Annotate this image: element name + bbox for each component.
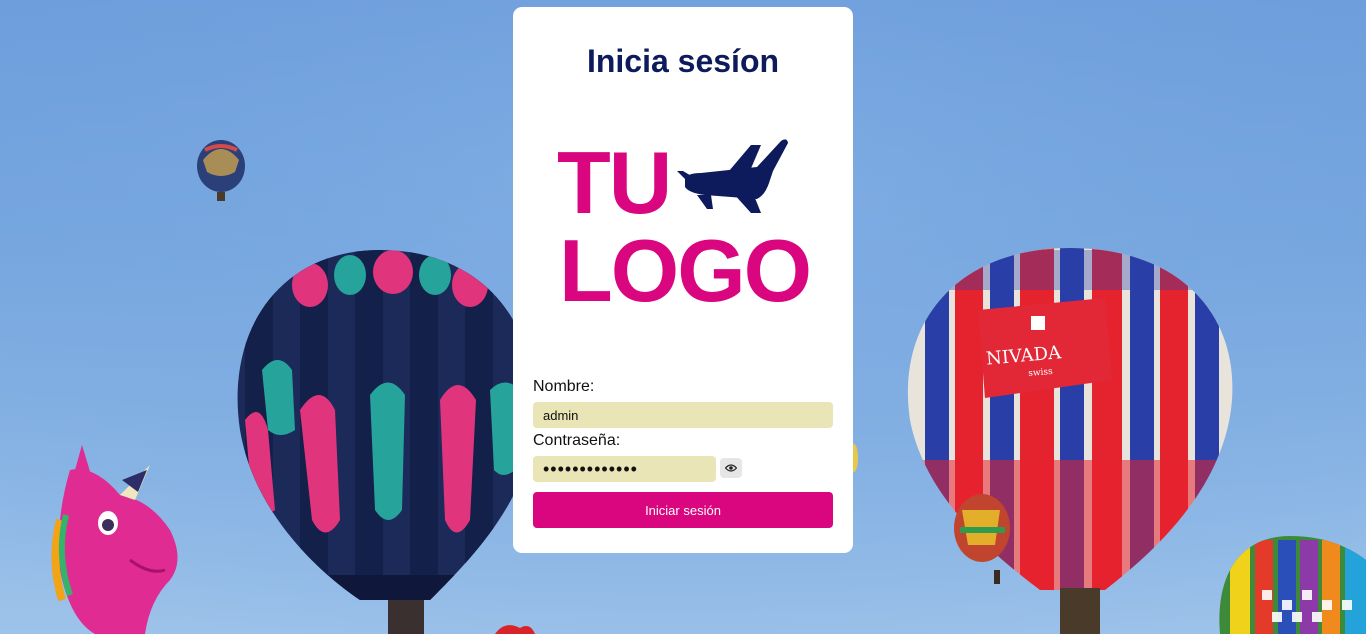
eye-icon [725, 464, 737, 472]
airplane-icon [677, 139, 788, 213]
name-label: Nombre: [533, 378, 595, 395]
show-password-button[interactable] [720, 458, 742, 478]
name-input[interactable] [533, 402, 833, 428]
password-input[interactable] [533, 456, 716, 482]
login-button[interactable]: Iniciar sesión [533, 492, 833, 528]
login-card: Inicia sesíon TU LOGO Nombre: Contraseña… [513, 7, 853, 553]
logo-text-line2: LOGO [559, 221, 812, 320]
balloon-basket [388, 600, 424, 634]
logo: TU LOGO [557, 133, 813, 315]
logo-text-line1: TU [557, 133, 672, 232]
password-label: Contraseña: [533, 432, 621, 449]
page-title: Inicia sesíon [586, 43, 780, 79]
login-page: NIVADA swiss Inicia sesíon TU LOGO Nombr… [0, 0, 1366, 634]
